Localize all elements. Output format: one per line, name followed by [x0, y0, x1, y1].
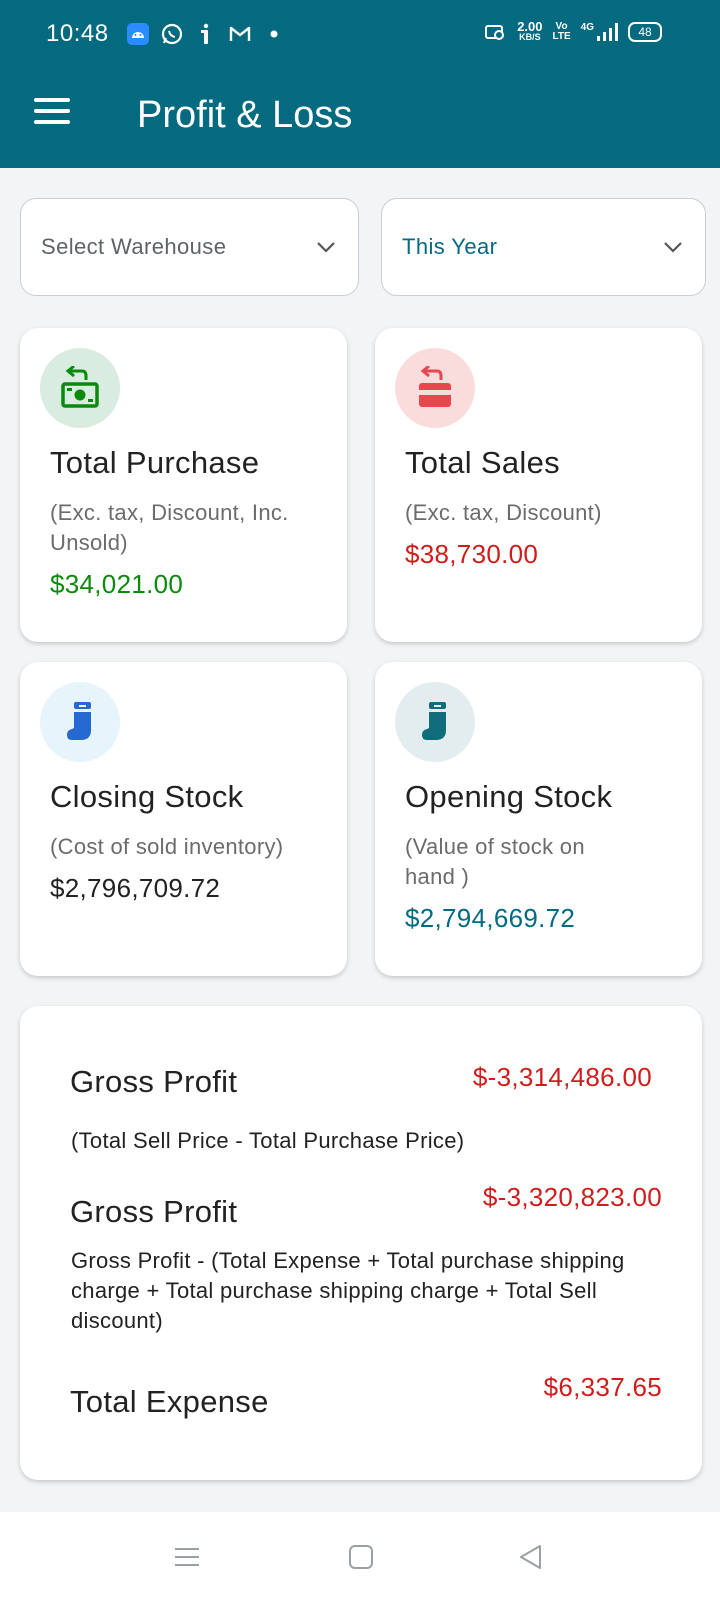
- net-gross-profit-title: Gross Profit: [70, 1194, 238, 1229]
- profit-summary-card: Gross Profit $-3,314,486.00 (Total Sell …: [20, 1006, 702, 1480]
- card-subtitle: (Exc. tax, Discount): [405, 500, 602, 525]
- money-return-icon: [40, 348, 120, 428]
- android-notification-icon: [126, 22, 150, 46]
- signal-icon: 4G: [581, 22, 618, 42]
- data-saver-icon: [483, 20, 507, 44]
- card-subtitle: (Value of stock on hand ): [405, 834, 585, 889]
- opening-stock-card: Opening Stock (Value of stock on hand ) …: [375, 662, 702, 976]
- network-speed: 2.00 KB/S: [517, 19, 543, 43]
- status-bar: 10:48 2.00 KB/S Vo LTE 4G 48: [0, 0, 720, 72]
- network-speed-unit: KB/S: [519, 32, 541, 42]
- stocking-icon: [395, 682, 475, 762]
- card-title: Opening Stock: [405, 779, 613, 814]
- period-select-label: This Year: [402, 234, 498, 259]
- home-icon[interactable]: [346, 1542, 376, 1572]
- app-bar: Profit & Loss: [0, 72, 720, 168]
- chevron-down-icon: [317, 242, 335, 253]
- period-select[interactable]: This Year: [381, 198, 706, 296]
- card-value: $2,794,669.72: [405, 903, 576, 933]
- card-title: Total Sales: [405, 445, 560, 480]
- status-time: 10:48: [46, 20, 109, 47]
- card-subtitle: (Cost of sold inventory): [50, 834, 284, 859]
- chevron-down-icon: [664, 242, 682, 253]
- card-value: $34,021.00: [50, 569, 184, 599]
- net-gross-profit-value: $-3,320,823.00: [482, 1182, 662, 1212]
- total-purchase-card: Total Purchase (Exc. tax, Discount, Inc.…: [20, 328, 347, 642]
- total-expense-title: Total Expense: [70, 1384, 269, 1419]
- warehouse-select[interactable]: Select Warehouse: [20, 198, 359, 296]
- info-icon: [194, 22, 218, 46]
- page-title: Profit & Loss: [137, 94, 353, 136]
- gross-profit-value: $-3,314,486.00: [472, 1062, 652, 1092]
- dot-icon: [262, 22, 286, 46]
- gross-profit-title: Gross Profit: [70, 1064, 238, 1099]
- gross-profit-description: (Total Sell Price - Total Purchase Price…: [71, 1128, 465, 1153]
- card-value: $2,796,709.72: [50, 873, 221, 903]
- hamburger-menu-icon[interactable]: [34, 98, 72, 132]
- card-value: $38,730.00: [405, 539, 539, 569]
- stocking-icon: [40, 682, 120, 762]
- battery-icon: 48: [628, 22, 662, 42]
- whatsapp-icon: [160, 22, 184, 46]
- closing-stock-card: Closing Stock (Cost of sold inventory) $…: [20, 662, 347, 976]
- net-gross-profit-description: Gross Profit - (Total Expense + Total pu…: [71, 1248, 625, 1333]
- network-type: 4G: [580, 22, 594, 33]
- gmail-icon: [228, 22, 252, 46]
- total-expense-value: $6,337.65: [543, 1372, 662, 1402]
- card-subtitle: (Exc. tax, Discount, Inc. Unsold): [50, 500, 289, 555]
- battery-level: 48: [638, 25, 652, 39]
- recents-icon[interactable]: [172, 1542, 202, 1572]
- total-sales-card: Total Sales (Exc. tax, Discount) $38,730…: [375, 328, 702, 642]
- system-nav-bar: [0, 1512, 720, 1600]
- volte-indicator: Vo LTE: [553, 22, 571, 42]
- back-icon[interactable]: [516, 1542, 546, 1572]
- status-notification-icons: [126, 22, 286, 46]
- card-title: Total Purchase: [50, 445, 260, 480]
- card-return-icon: [395, 348, 475, 428]
- status-system-icons: 2.00 KB/S Vo LTE 4G 48: [483, 20, 662, 44]
- network-speed-value: 2.00: [517, 19, 543, 34]
- volte-bottom: LTE: [552, 31, 571, 42]
- warehouse-select-label: Select Warehouse: [41, 234, 227, 259]
- card-title: Closing Stock: [50, 779, 244, 814]
